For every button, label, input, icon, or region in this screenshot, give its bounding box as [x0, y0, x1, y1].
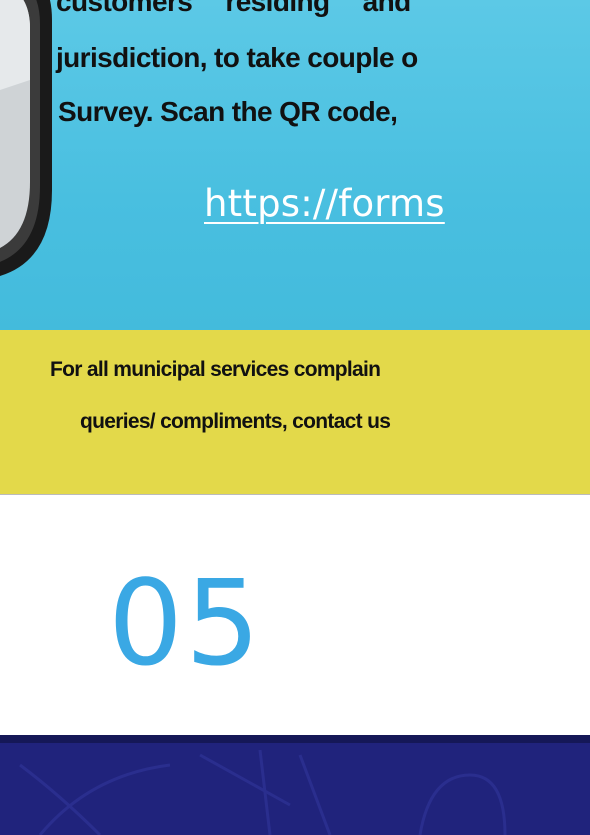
hero-text-line-2: Survey. Scan the QR code,	[58, 96, 398, 127]
divider	[0, 494, 590, 495]
contact-banner-line-1: For all municipal services complain	[50, 358, 381, 381]
contact-banner: For all municipal services complain quer…	[0, 330, 590, 495]
smartphone-image	[0, 0, 52, 276]
survey-form-link[interactable]: https://forms	[204, 182, 445, 225]
hero-text-line-0: customers residing and	[56, 0, 411, 17]
decorative-pattern	[19, 749, 507, 835]
hero-text-line-1: jurisdiction, to take couple o	[56, 42, 418, 73]
section-number: 05	[108, 554, 263, 692]
survey-hero-section: customers residing and jurisdiction, to …	[0, 0, 590, 330]
footer-band	[0, 735, 590, 835]
contact-banner-line-2: queries/ compliments, contact us	[80, 410, 391, 433]
